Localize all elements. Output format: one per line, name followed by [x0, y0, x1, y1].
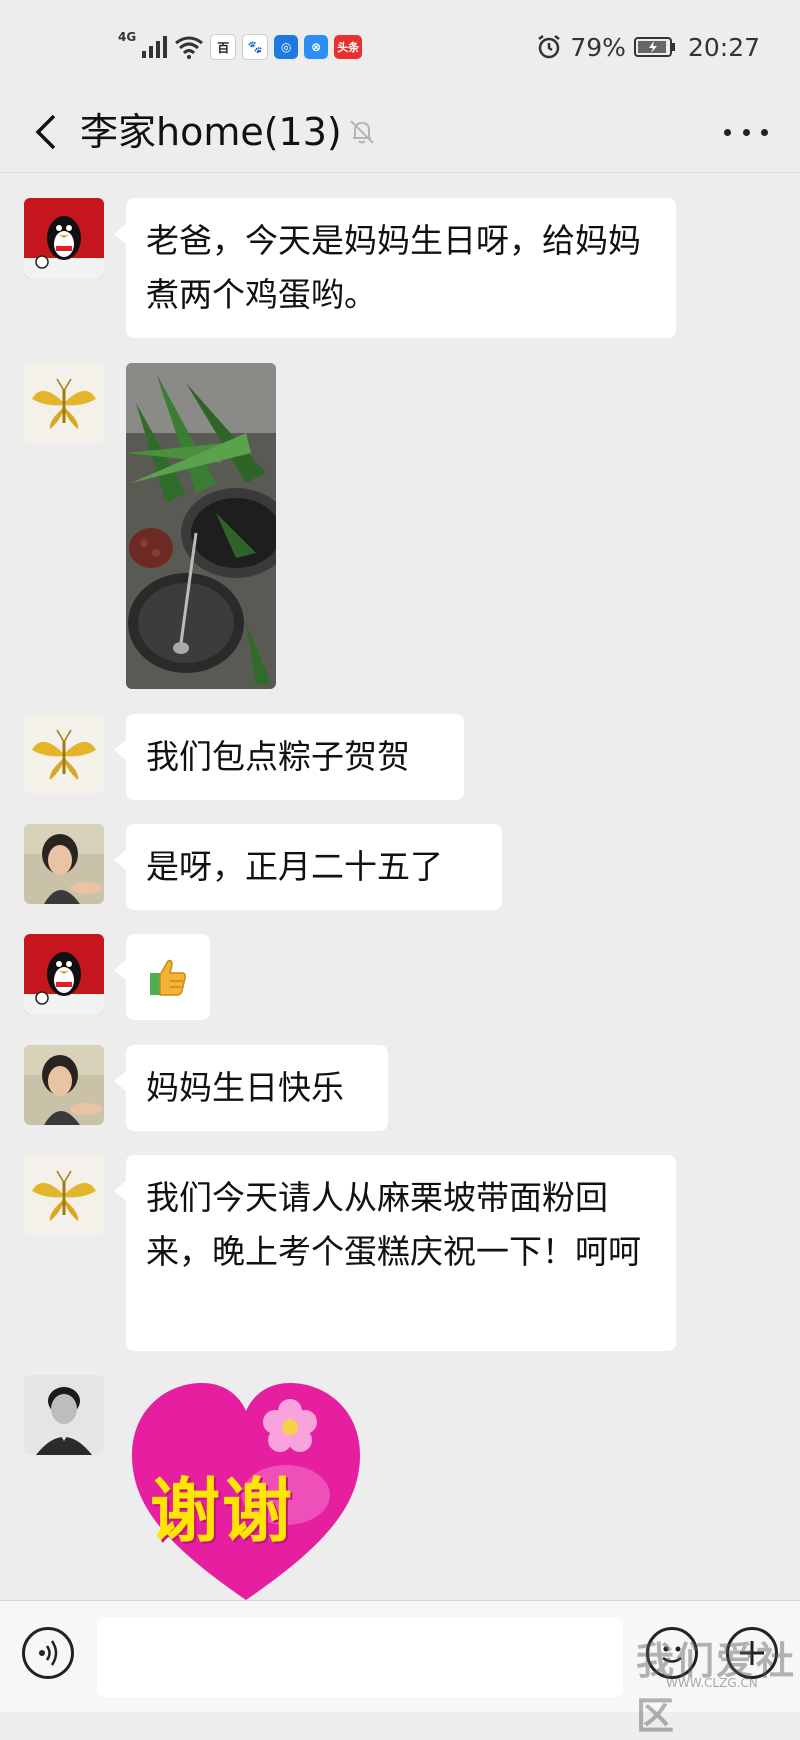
message-bubble[interactable]: 妈妈生日快乐: [114, 1045, 388, 1131]
baidu-zhidao-icon: 百: [210, 34, 237, 60]
toutiao-icon: 头条: [334, 35, 363, 59]
voice-icon: [39, 1640, 58, 1666]
butterfly-icon: [24, 363, 104, 443]
penguin-avatar[interactable]: [24, 934, 104, 1014]
sticker-text: 谢谢: [150, 1470, 294, 1552]
butterfly-avatar[interactable]: [24, 714, 104, 794]
woman-avatar[interactable]: [24, 824, 104, 904]
thumbs-up-icon: [150, 959, 186, 996]
woman-avatar[interactable]: [24, 1045, 104, 1125]
back-arrow-icon[interactable]: [26, 108, 66, 156]
battery-percent: 79%: [570, 32, 626, 62]
message-bubble[interactable]: 我们包点粽子贺贺: [114, 714, 464, 800]
baidu-paw-icon: 🐾: [242, 34, 269, 60]
muted-bell-icon: [350, 120, 374, 144]
zongzi-leaves-photo: [126, 363, 276, 689]
man-photo-icon: [24, 1375, 104, 1455]
clock-time: 20:27: [687, 32, 760, 62]
message-input[interactable]: [97, 1617, 623, 1697]
status-right: 79% 20:27: [536, 30, 760, 64]
more-options-button[interactable]: [724, 116, 768, 148]
message-bubble[interactable]: 老爸，今天是妈妈生日呀，给妈妈煮两个鸡蛋哟。: [114, 198, 676, 338]
app-blue-icon: ◎: [274, 35, 299, 59]
woman-photo-icon: [24, 1045, 104, 1125]
photo-message[interactable]: [126, 363, 276, 689]
alarm-icon: [538, 35, 561, 59]
penguin-icon: [24, 934, 104, 1014]
wifi-icon: [175, 36, 204, 59]
voice-input-button[interactable]: [22, 1627, 74, 1679]
chat-header: 李家home(13): [0, 92, 800, 173]
status-bar: 4G 百 🐾 ◎ ⊗ 头条 79% 20:27: [0, 0, 800, 92]
man-avatar[interactable]: [24, 1375, 104, 1455]
butterfly-icon: [24, 714, 104, 794]
heart-sticker[interactable]: 谢谢: [126, 1375, 366, 1600]
woman-photo-icon: [24, 824, 104, 904]
butterfly-icon: [24, 1155, 104, 1235]
battery-icon: [633, 37, 675, 57]
signal-icon: [142, 36, 168, 58]
message-bubble[interactable]: 我们今天请人从麻栗坡带面粉回来，晚上考个蛋糕庆祝一下！呵呵: [114, 1155, 676, 1351]
app-ring-icon: ⊗: [304, 35, 329, 59]
network-label: 4G: [118, 30, 137, 44]
emoji-message-bubble[interactable]: [114, 934, 210, 1020]
status-left: 4G 百 🐾 ◎ ⊗ 头条: [118, 30, 363, 64]
message-bubble[interactable]: 是呀，正月二十五了: [114, 824, 502, 910]
butterfly-avatar[interactable]: [24, 363, 104, 443]
chat-title: 李家home(13): [80, 110, 342, 154]
penguin-avatar[interactable]: [24, 198, 104, 278]
penguin-icon: [24, 198, 104, 278]
site-watermark-url: WWW.CLZG.CN: [666, 1676, 758, 1690]
butterfly-avatar[interactable]: [24, 1155, 104, 1235]
